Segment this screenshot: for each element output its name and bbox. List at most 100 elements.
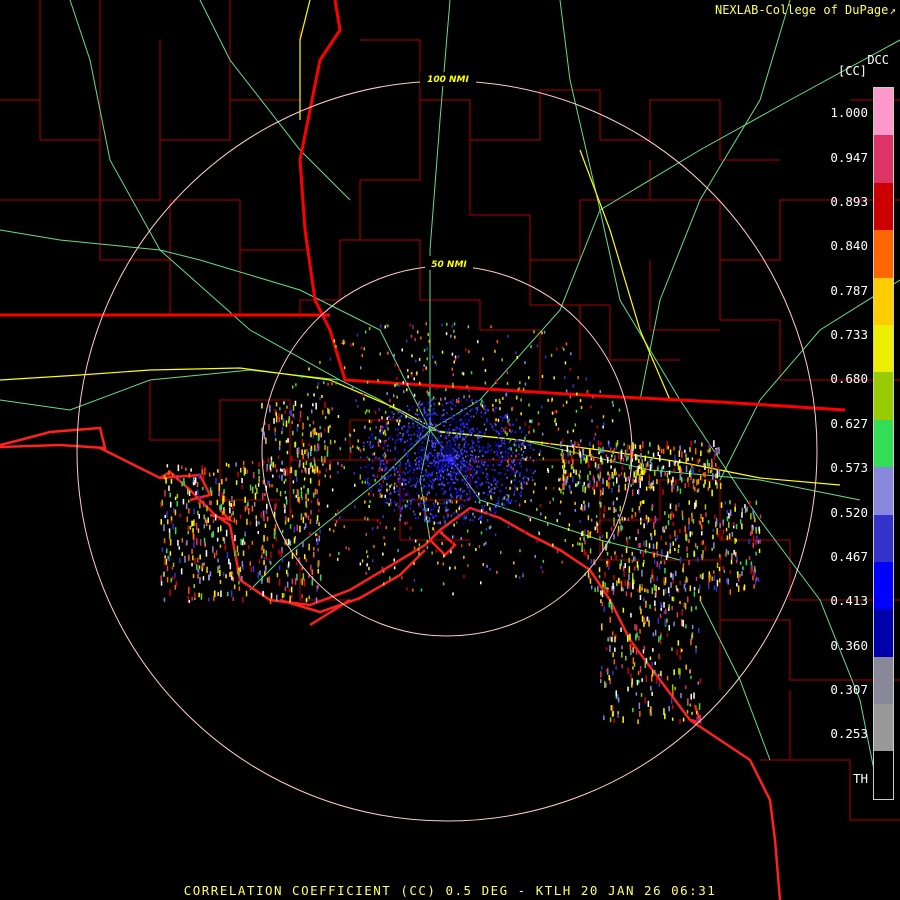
radar-return <box>316 498 319 505</box>
color-scale-swatch <box>874 419 893 468</box>
radar-return <box>532 472 535 475</box>
radar-return <box>412 324 414 328</box>
radar-return <box>674 530 676 537</box>
radar-return <box>234 534 236 542</box>
radar-return <box>666 445 668 449</box>
radar-return <box>406 388 408 392</box>
radar-return <box>681 608 683 616</box>
radar-return <box>575 483 577 487</box>
radar-return <box>691 624 694 630</box>
radar-return <box>386 482 388 486</box>
radar-return <box>405 463 407 466</box>
radar-return <box>590 585 593 590</box>
radar-return <box>425 366 427 370</box>
radar-return <box>416 330 419 334</box>
radar-return <box>322 410 324 415</box>
radar-return <box>194 558 196 565</box>
radar-return <box>209 500 211 505</box>
radar-return <box>364 411 367 415</box>
radar-return <box>375 484 378 487</box>
radar-return <box>630 613 632 618</box>
radar-return <box>177 464 180 472</box>
radar-return <box>553 376 555 380</box>
radar-return <box>420 467 422 470</box>
radar-return <box>426 456 429 459</box>
radar-return <box>203 524 206 529</box>
radar-return <box>719 482 722 490</box>
radar-return <box>409 323 412 327</box>
radar-return <box>719 553 721 558</box>
radar-return <box>580 507 582 510</box>
radar-return <box>727 578 729 585</box>
radar-return <box>452 385 454 388</box>
radar-return <box>453 463 456 466</box>
radar-return <box>217 592 219 597</box>
radar-return <box>286 405 288 409</box>
radar-return <box>428 517 431 520</box>
radar-return <box>414 412 417 415</box>
radar-return <box>505 506 507 509</box>
radar-return <box>368 419 371 423</box>
radar-return <box>586 455 588 463</box>
radar-return <box>695 606 697 610</box>
radar-return <box>447 523 449 526</box>
radar-return <box>587 534 589 539</box>
radar-return <box>386 425 388 428</box>
radar-return <box>324 444 326 450</box>
radar-return <box>446 412 448 415</box>
radar-return <box>712 534 714 540</box>
radar-return <box>615 471 617 476</box>
radar-return <box>522 572 524 576</box>
radar-return <box>637 719 639 725</box>
radar-return <box>529 518 532 522</box>
external-link-icon[interactable]: ↗ <box>889 4 896 17</box>
radar-return <box>627 635 629 642</box>
radar-return <box>439 476 441 479</box>
radar-return <box>456 478 459 481</box>
radar-return <box>591 419 593 423</box>
radar-return <box>189 525 191 530</box>
radar-return <box>727 550 729 555</box>
radar-return <box>301 449 303 456</box>
radar-return <box>708 462 710 468</box>
radar-return <box>467 406 469 409</box>
radar-return <box>277 455 280 459</box>
radar-return <box>668 624 670 631</box>
radar-return <box>501 502 503 506</box>
radar-return <box>287 438 289 443</box>
radar-return <box>677 588 680 593</box>
radar-return <box>484 404 486 407</box>
radar-return <box>699 520 702 526</box>
radar-return <box>263 433 266 440</box>
radar-return <box>696 545 699 550</box>
radar-return <box>435 386 438 390</box>
radar-return <box>473 429 475 432</box>
radar-return <box>752 535 755 542</box>
radar-return <box>562 491 564 495</box>
radar-return <box>626 444 629 452</box>
radar-return <box>369 441 372 444</box>
radar-return <box>741 523 743 530</box>
radar-return <box>660 602 662 609</box>
radar-return <box>381 416 383 420</box>
radar-return <box>437 477 439 480</box>
radar-return <box>203 514 205 520</box>
radar-return <box>647 700 650 707</box>
radar-return <box>372 493 375 497</box>
radar-return <box>679 580 681 585</box>
radar-return <box>506 498 508 501</box>
radar-return <box>725 527 728 532</box>
radar-return <box>163 538 166 544</box>
radar-return <box>181 465 183 470</box>
radar-return <box>443 515 445 519</box>
radar-return <box>405 467 407 470</box>
radar-return <box>687 457 689 462</box>
radar-return <box>204 466 207 474</box>
radar-return <box>278 565 281 570</box>
radar-return <box>445 421 447 424</box>
radar-return <box>509 486 511 490</box>
radar-return <box>486 519 489 522</box>
radar-return <box>720 502 723 508</box>
radar-return <box>679 473 681 481</box>
radar-return <box>505 487 508 489</box>
